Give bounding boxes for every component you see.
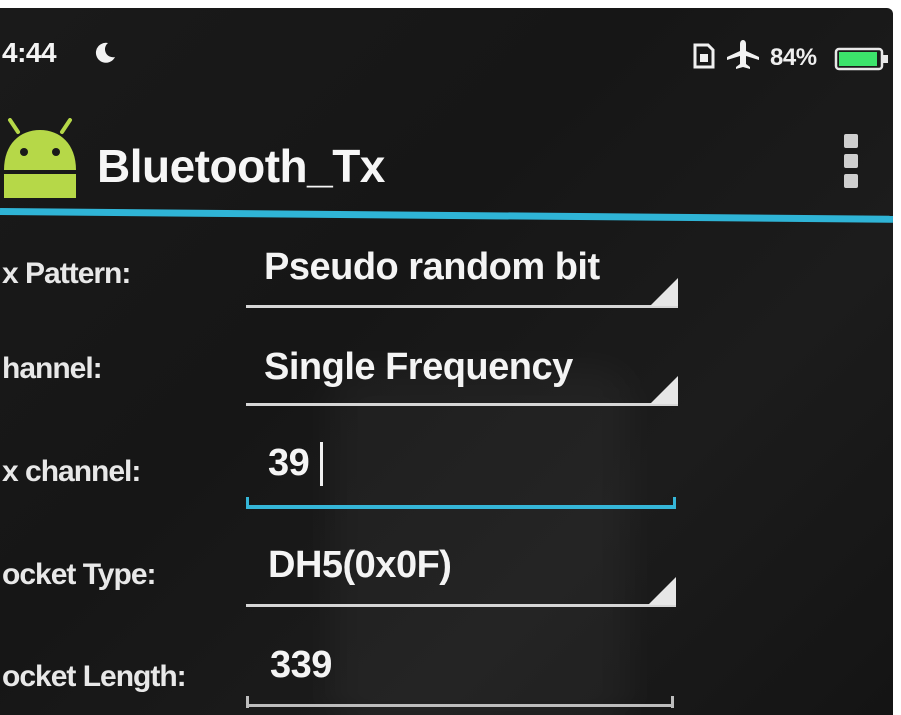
spinner-underline: [246, 604, 676, 607]
tx-pattern-label: x Pattern:: [2, 257, 131, 290]
airplane-icon: [727, 40, 759, 69]
menu-dot: [844, 174, 858, 188]
input-underline-focused: [246, 505, 676, 509]
app-title: Bluetooth_Tx: [97, 140, 385, 192]
menu-dot: [844, 134, 858, 148]
status-bar: 4:44 84%: [0, 8, 893, 90]
photo-frame: 4:44 84% Bluetooth_Tx x Pattern: Pseudo …: [0, 0, 901, 715]
tx-channel-label: x channel:: [2, 455, 141, 488]
pocket-type-label: ocket Type:: [2, 558, 156, 591]
input-underline: [246, 704, 674, 707]
action-bar: Bluetooth_Tx: [0, 90, 893, 216]
spinner-arrow-icon: [650, 376, 678, 404]
spinner-underline: [246, 305, 678, 308]
pocket-type-value: DH5(0x0F): [268, 544, 452, 586]
phone-screen: 4:44 84% Bluetooth_Tx x Pattern: Pseudo …: [0, 8, 893, 715]
spinner-arrow-icon: [648, 577, 676, 605]
channel-value: Single Frequency: [264, 346, 573, 388]
spinner-arrow-icon: [650, 278, 678, 306]
battery-percent: 84%: [770, 44, 817, 71]
input-underline-tick: [246, 696, 249, 708]
pocket-length-label: ocket Length:: [2, 660, 187, 693]
status-time: 4:44: [2, 37, 57, 68]
pocket-length-value: 339: [270, 644, 332, 686]
input-underline-tick: [246, 497, 249, 509]
moon-icon: [95, 42, 115, 63]
android-icon[interactable]: [0, 118, 84, 198]
overflow-menu-icon[interactable]: [838, 134, 864, 198]
tx-channel-value: 39: [268, 442, 310, 484]
input-underline-tick: [673, 497, 676, 509]
sim-icon: [693, 43, 715, 69]
tx-pattern-value: Pseudo random bit: [264, 246, 600, 288]
channel-label: hannel:: [2, 352, 103, 385]
spinner-underline: [246, 403, 678, 406]
screen-glare: [330, 368, 630, 715]
text-cursor: [320, 442, 323, 486]
menu-dot: [844, 154, 858, 168]
input-underline-tick: [671, 696, 674, 708]
battery-icon: [834, 47, 888, 71]
